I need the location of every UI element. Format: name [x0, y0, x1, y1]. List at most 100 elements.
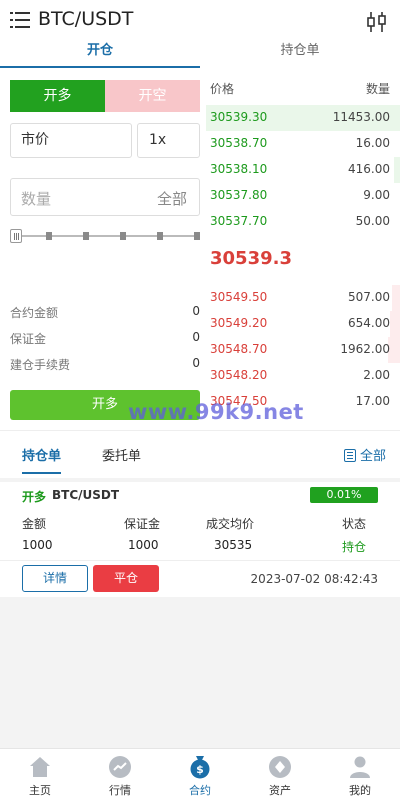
pnl-badge: 0.01%: [310, 487, 378, 503]
slider-track: [10, 235, 200, 237]
menu-icon[interactable]: [10, 11, 30, 29]
order-form: 开多 开空 市价 1x 数量 全部 合约金额 0 保证金 0 建仓手续费 0 开…: [0, 68, 206, 430]
row-qty: 9.00: [363, 188, 390, 202]
view-all-button[interactable]: 全部: [343, 445, 386, 464]
tab-entrust[interactable]: 委托单: [102, 445, 141, 464]
nav-profile[interactable]: 我的: [320, 749, 400, 798]
nav-market-label: 行情: [109, 784, 131, 797]
row-price: 30538.10: [210, 162, 268, 176]
orderbook-row[interactable]: 30538.70 16.00: [206, 131, 400, 157]
row-price: 30549.20: [210, 316, 268, 330]
avg-price-value: 30535: [214, 538, 253, 552]
position-tabs: 持仓单 委托单 全部: [0, 430, 400, 478]
row-qty: 50.00: [355, 214, 390, 228]
amount-label: 金额: [22, 517, 47, 531]
nav-assets[interactable]: 资产: [240, 749, 320, 798]
view-all-label: 全部: [359, 449, 386, 464]
position-card: 开多 BTC/USDT 0.01% 金额 保证金 成交均价 状态 1000 10…: [0, 482, 400, 597]
qty-header: 数量: [365, 82, 390, 96]
status-value: 持仓: [342, 540, 367, 554]
nav-assets-label: 资产: [269, 784, 291, 797]
contract-amount-label: 合约金额: [10, 306, 59, 320]
margin-value: 0: [192, 330, 200, 344]
open-short-button[interactable]: 开空: [105, 80, 200, 112]
slider-tick[interactable]: [194, 232, 200, 240]
row-price: 30549.50: [210, 290, 268, 304]
open-long-button[interactable]: 开多: [10, 80, 105, 112]
profile-icon: [350, 756, 370, 778]
divider: [0, 560, 400, 561]
margin-value: 1000: [128, 538, 159, 552]
detail-button[interactable]: 详情: [22, 565, 88, 592]
orderbook-row[interactable]: 30539.30 11453.00: [206, 105, 400, 131]
contract-amount-value: 0: [192, 304, 200, 318]
row-price: 30548.20: [210, 368, 268, 382]
avg-price-label: 成交均价: [206, 517, 255, 531]
svg-text:$: $: [196, 763, 204, 776]
tab-positions[interactable]: 持仓单: [200, 40, 400, 68]
orderbook-row[interactable]: 30548.20 2.00: [206, 363, 400, 389]
contract-icon: $: [190, 756, 210, 779]
row-qty: 416.00: [348, 162, 390, 176]
status-label: 状态: [342, 517, 367, 531]
row-qty: 1962.00: [340, 342, 390, 356]
row-qty: 11453.00: [332, 110, 390, 124]
bottom-nav: 主页 行情 $ 合约 资产 我的: [0, 748, 400, 798]
fee-label: 建仓手续费: [10, 358, 71, 372]
last-price: 30539.3: [210, 248, 292, 269]
nav-profile-label: 我的: [349, 784, 371, 797]
leverage-select[interactable]: 1x: [137, 123, 200, 158]
close-position-button[interactable]: 平仓: [93, 565, 159, 592]
quantity-slider[interactable]: [10, 229, 200, 243]
row-qty: 507.00: [348, 290, 390, 304]
nav-market[interactable]: 行情: [80, 749, 160, 798]
price-header: 价格: [210, 82, 235, 96]
price-type-select[interactable]: 市价: [10, 123, 132, 158]
order-book: 价格 数量 30539.30 11453.00 30538.70 16.00 3…: [206, 68, 400, 430]
watermark: www.99k9.net: [128, 400, 304, 424]
quantity-placeholder: 数量: [21, 190, 52, 208]
quantity-field[interactable]: 数量 全部: [10, 178, 200, 216]
tab-open[interactable]: 开仓: [0, 40, 200, 68]
tab-holding[interactable]: 持仓单: [22, 445, 62, 474]
slider-tick[interactable]: [157, 232, 163, 240]
amount-value: 1000: [22, 538, 53, 552]
row-price: 30539.30: [210, 110, 268, 124]
nav-home-label: 主页: [29, 784, 51, 797]
row-qty: 654.00: [348, 316, 390, 330]
position-symbol: BTC/USDT: [52, 488, 120, 502]
home-icon: [30, 757, 50, 777]
row-qty: 17.00: [355, 394, 390, 408]
row-qty: 16.00: [355, 136, 390, 150]
margin-label: 保证金: [10, 332, 47, 346]
row-qty: 2.00: [363, 368, 390, 382]
nav-contract[interactable]: $ 合约: [160, 749, 240, 798]
slider-tick[interactable]: [46, 232, 52, 240]
contract-amount-row: 合约金额 0: [10, 304, 200, 322]
orderbook-row[interactable]: 30538.10 416.00: [206, 157, 400, 183]
candlestick-icon[interactable]: [366, 11, 388, 33]
fee-value: 0: [192, 356, 200, 370]
top-tabs: 开仓 持仓单: [0, 40, 400, 68]
orderbook-row[interactable]: 30548.70 1962.00: [206, 337, 400, 363]
list-icon: [343, 449, 356, 462]
orderbook-row[interactable]: 30549.20 654.00: [206, 311, 400, 337]
row-price: 30538.70: [210, 136, 268, 150]
orderbook-row[interactable]: 30537.80 9.00: [206, 183, 400, 209]
slider-tick[interactable]: [83, 232, 89, 240]
slider-handle[interactable]: [10, 229, 22, 243]
orderbook-row[interactable]: 30549.50 507.00: [206, 285, 400, 311]
app-header: BTC/USDT: [0, 0, 400, 40]
margin-label: 保证金: [124, 517, 161, 531]
row-price: 30548.70: [210, 342, 268, 356]
quantity-all-button[interactable]: 全部: [157, 188, 187, 209]
position-time: 2023-07-02 08:42:43: [250, 572, 378, 586]
market-icon: [109, 756, 131, 778]
fee-row: 建仓手续费 0: [10, 356, 200, 374]
nav-home[interactable]: 主页: [0, 749, 80, 798]
slider-tick[interactable]: [120, 232, 126, 240]
page-title: BTC/USDT: [38, 8, 134, 30]
margin-row: 保证金 0: [10, 330, 200, 348]
nav-contract-label: 合约: [189, 784, 211, 797]
orderbook-row[interactable]: 30537.70 50.00: [206, 209, 400, 235]
